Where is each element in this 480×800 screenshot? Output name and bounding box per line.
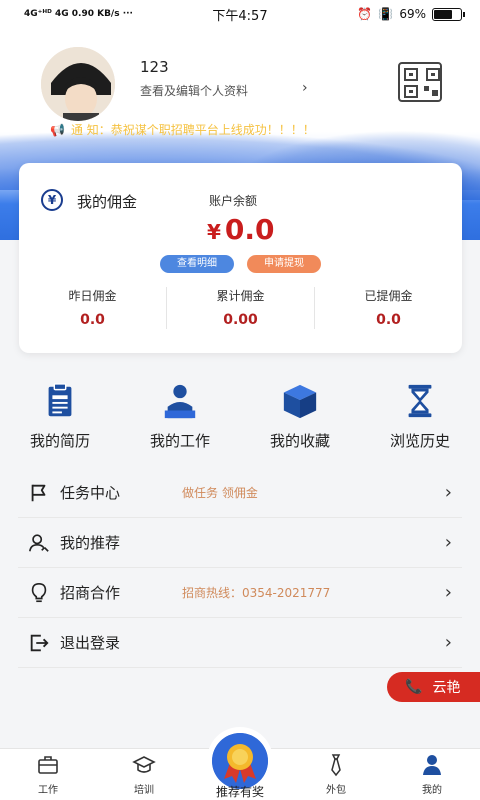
yen-icon: ¥ [41,189,63,211]
chevron-right-icon[interactable]: › [302,80,308,96]
stat-withdrawn: 已提佣金 0.0 [364,289,413,328]
commission-card: ¥ 我的佣金 账户余额 ¥0.0 查看明细 申请提现 昨日佣金 0.0 累计佣金… [19,163,462,353]
tie-icon [331,754,341,777]
currency-symbol: ¥ [207,220,221,244]
alarm-icon: ⏰ [357,7,373,21]
menu-my-referrals[interactable]: 我的推荐 › [18,518,462,568]
tab-training[interactable]: 培训 [96,749,192,800]
chevron-right-icon: › [444,582,452,603]
withdraw-button[interactable]: 申请提现 [247,255,321,273]
status-right: ⏰ 📳 69% [357,7,465,21]
balance-label: 账户余额 [209,194,258,208]
edit-profile-link[interactable]: 查看及编辑个人资料 [140,82,248,99]
resume-icon [48,383,72,417]
balance-amount: 0.0 [224,213,275,246]
qr-code-icon[interactable] [398,62,442,102]
user-add-icon [29,533,49,552]
quick-link-history[interactable]: 浏览历史 [360,382,480,451]
lightbulb-icon [31,582,47,602]
commission-title: 我的佣金 [77,193,138,211]
speaker-icon: 📢 [50,122,65,137]
phone-icon: 📞 [405,679,423,695]
notice-bar: 📢 通 知： 恭祝谋个职招聘平台上线成功！！！！ [50,121,315,138]
view-detail-button[interactable]: 查看明细 [160,255,234,273]
menu-list: 任务中心 做任务 领佣金 › 我的推荐 › 招商合作 招商热线：0354-202… [0,468,480,668]
network-indicator: 4G⁺ᴴᴰ 4G 0.90 KB/s ··· [24,9,133,19]
battery-percent: 69% [399,7,426,21]
notice-label: 通 知： [70,123,111,137]
balance-value: ¥0.0 [207,213,275,246]
notice-text: 恭祝谋个职招聘平台上线成功！！！！ [110,123,315,137]
battery-icon [432,7,465,21]
chevron-right-icon: › [444,532,452,553]
call-button[interactable]: 📞 云艳 [387,672,480,702]
menu-task-center[interactable]: 任务中心 做任务 领佣金 › [18,468,462,518]
quick-link-work[interactable]: 我的工作 [120,382,240,451]
bottom-tab-bar: 工作 培训 推荐有奖 外包 我的 [0,727,480,800]
username: 123 [140,58,169,76]
tab-work[interactable]: 工作 [0,749,96,800]
menu-business-cooperation[interactable]: 招商合作 招商热线：0354-2021777 › [18,568,462,618]
chevron-right-icon: › [444,632,452,653]
quick-links: 我的简历 我的工作 我的收藏 浏览历史 [0,382,480,451]
commission-stats: 昨日佣金 0.0 累计佣金 0.00 已提佣金 0.0 [19,287,462,329]
avatar[interactable] [38,44,118,124]
worker-icon [164,384,196,419]
menu-logout[interactable]: 退出登录 › [18,618,462,668]
medal-icon [212,733,268,789]
briefcase-icon [38,756,58,774]
person-icon [423,755,441,775]
hourglass-icon [408,384,432,418]
tab-outsourcing[interactable]: 外包 [288,749,384,800]
stat-total: 累计佣金 0.00 [167,287,315,329]
quick-link-favorites[interactable]: 我的收藏 [240,382,360,451]
quick-link-resume[interactable]: 我的简历 [0,382,120,451]
logout-icon [30,634,49,651]
flag-icon [31,484,46,501]
tab-mine[interactable]: 我的 [384,749,480,800]
tab-referral-rewards[interactable]: 推荐有奖 [192,727,288,800]
stat-yesterday: 昨日佣金 0.0 [19,287,167,329]
box-icon [283,384,317,419]
chevron-right-icon: › [444,482,452,503]
status-bar: 4G⁺ᴴᴰ 4G 0.90 KB/s ··· 下午4:57 ⏰ 📳 69% [0,0,480,28]
vibrate-icon: 📳 [378,7,394,21]
graduation-cap-icon [132,756,156,773]
